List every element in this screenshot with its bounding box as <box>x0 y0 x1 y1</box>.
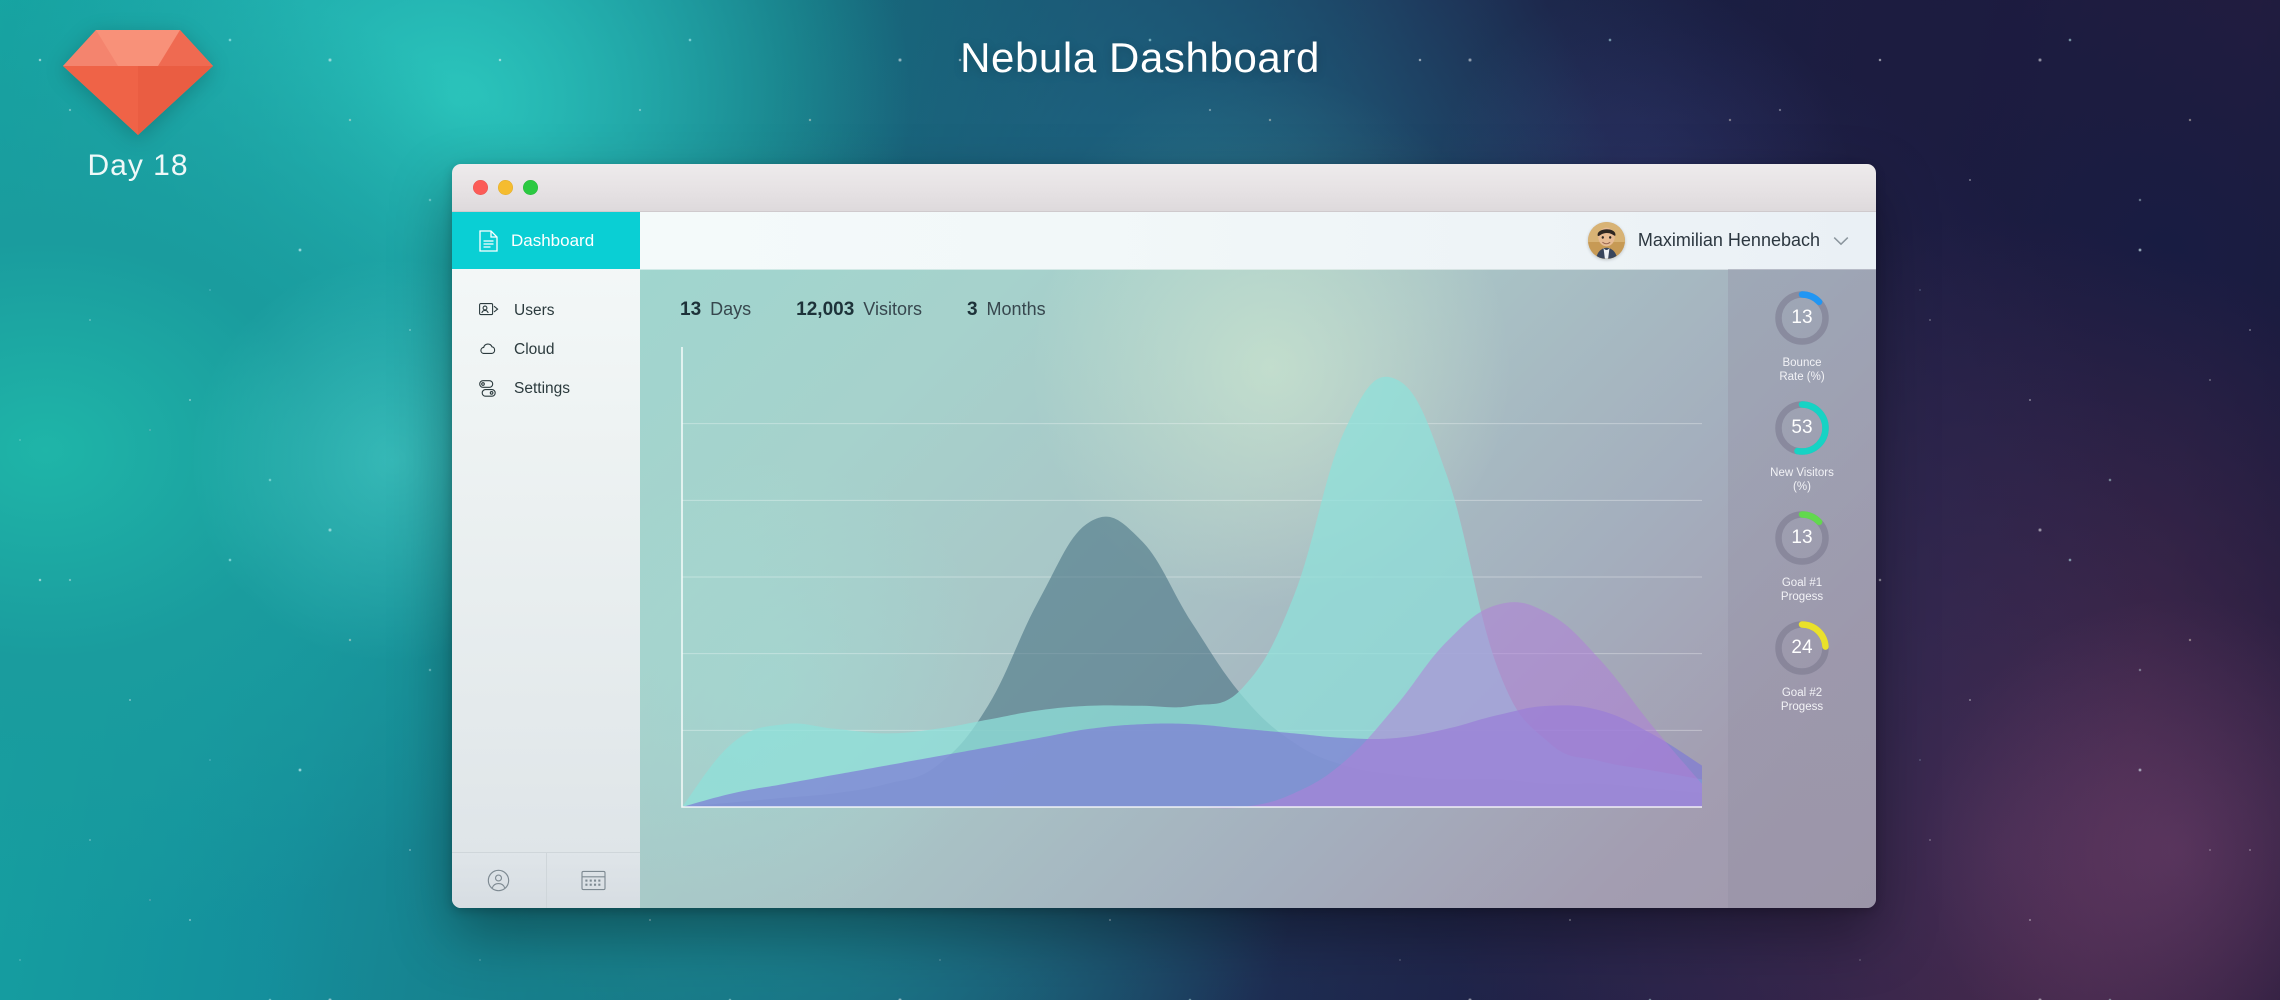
user-menu[interactable]: Maximilian Hennebach <box>1587 222 1849 259</box>
gauge-goal-1-value: 13 <box>1791 527 1813 549</box>
settings-icon <box>479 379 499 398</box>
app-window: Dashboard Users Cloud Settings Maximilia… <box>452 164 1876 908</box>
minimize-button[interactable] <box>498 180 513 195</box>
stat-days: 13 Days <box>680 299 751 321</box>
gauge-caption-line2: Rate (%) <box>1779 371 1825 384</box>
gauge-new-visitors-ring: 53 <box>1771 397 1833 459</box>
close-button[interactable] <box>473 180 488 195</box>
sidebar: Dashboard Users Cloud Settings <box>452 212 640 908</box>
stat-days-value: 13 <box>680 299 702 320</box>
gauge-caption-line1: Goal #1 <box>1781 577 1823 590</box>
user-avatar <box>1587 222 1625 259</box>
main-content: Maximilian Hennebach 13 Days 12,003 Visi… <box>640 212 1876 908</box>
gauge-bounce-rate-caption: Bounce Rate (%) <box>1728 356 1876 384</box>
gauge-caption-line2: Progess <box>1780 701 1824 714</box>
gauge-goal-2-caption: Goal #2 Progess <box>1728 686 1876 714</box>
stat-months: 3 Months <box>967 299 1046 321</box>
gauge-panel: 13 Bounce Rate (%) 53 New Visitors (%) 1… <box>1728 269 1876 908</box>
sidebar-nav-list: Users Cloud Settings <box>452 269 640 408</box>
gauge-goal-2-ring: 24 <box>1771 617 1833 679</box>
chevron-down-icon[interactable] <box>1833 236 1849 246</box>
sidebar-footer <box>452 852 640 908</box>
sidebar-item-cloud-label: Cloud <box>514 340 555 358</box>
gauge-caption-line1: Bounce <box>1782 357 1822 369</box>
maximize-button[interactable] <box>523 180 538 195</box>
gauge-bounce-rate-ring: 13 <box>1771 287 1833 349</box>
stats-row: 13 Days 12,003 Visitors 3 Months <box>640 269 1876 321</box>
stat-months-label: Months <box>986 299 1046 319</box>
gauge-caption-line2: (%) <box>1793 481 1811 494</box>
document-icon <box>479 229 498 252</box>
user-name: Maximilian Hennebach <box>1637 230 1820 250</box>
users-icon <box>479 302 499 319</box>
nebula-glow-magenta <box>1915 600 2280 1000</box>
gauge-new-visitors-caption: New Visitors (%) <box>1728 466 1876 494</box>
gauge-goal-1[interactable]: 13 Goal #1 Progess <box>1728 507 1876 604</box>
topbar: Maximilian Hennebach <box>640 212 1876 269</box>
cloud-icon <box>479 342 499 358</box>
gauge-goal-1-ring: 13 <box>1771 507 1833 569</box>
sidebar-item-settings[interactable]: Settings <box>452 369 640 408</box>
day-label: Day 18 <box>87 149 189 182</box>
stat-days-label: Days <box>710 299 752 319</box>
gauge-goal-2-value: 24 <box>1791 637 1813 659</box>
sidebar-item-users-label: Users <box>514 301 555 319</box>
gauge-caption-line1: Goal #2 <box>1781 687 1823 700</box>
stat-visitors-label: Visitors <box>863 299 922 319</box>
gauge-goal-1-caption: Goal #1 Progess <box>1728 576 1876 604</box>
calendar-icon[interactable] <box>545 853 641 908</box>
area-chart <box>676 343 1702 833</box>
stat-visitors: 12,003 Visitors <box>796 299 922 321</box>
account-icon[interactable] <box>452 853 546 908</box>
sidebar-item-dashboard-label: Dashboard <box>511 230 595 250</box>
sidebar-item-dashboard[interactable]: Dashboard <box>452 212 640 269</box>
gauge-new-visitors-value: 53 <box>1791 417 1813 439</box>
window-titlebar[interactable] <box>452 164 1876 212</box>
stat-months-value: 3 <box>966 299 978 320</box>
gauge-bounce-rate-value: 13 <box>1791 307 1813 328</box>
page-title: Nebula Dashboard <box>960 34 1320 81</box>
gauge-goal-2[interactable]: 24 Goal #2 Progess <box>1728 617 1876 714</box>
gauge-caption-line2: Progess <box>1780 591 1824 604</box>
gauge-new-visitors[interactable]: 53 New Visitors (%) <box>1728 397 1876 494</box>
gauge-caption-line1: New Visitors <box>1770 467 1834 480</box>
sidebar-item-users[interactable]: Users <box>452 291 640 330</box>
sidebar-item-cloud[interactable]: Cloud <box>452 330 640 369</box>
gauge-bounce-rate[interactable]: 13 Bounce Rate (%) <box>1728 287 1876 384</box>
sidebar-item-settings-label: Settings <box>514 379 571 397</box>
stat-visitors-value: 12,003 <box>796 299 855 320</box>
